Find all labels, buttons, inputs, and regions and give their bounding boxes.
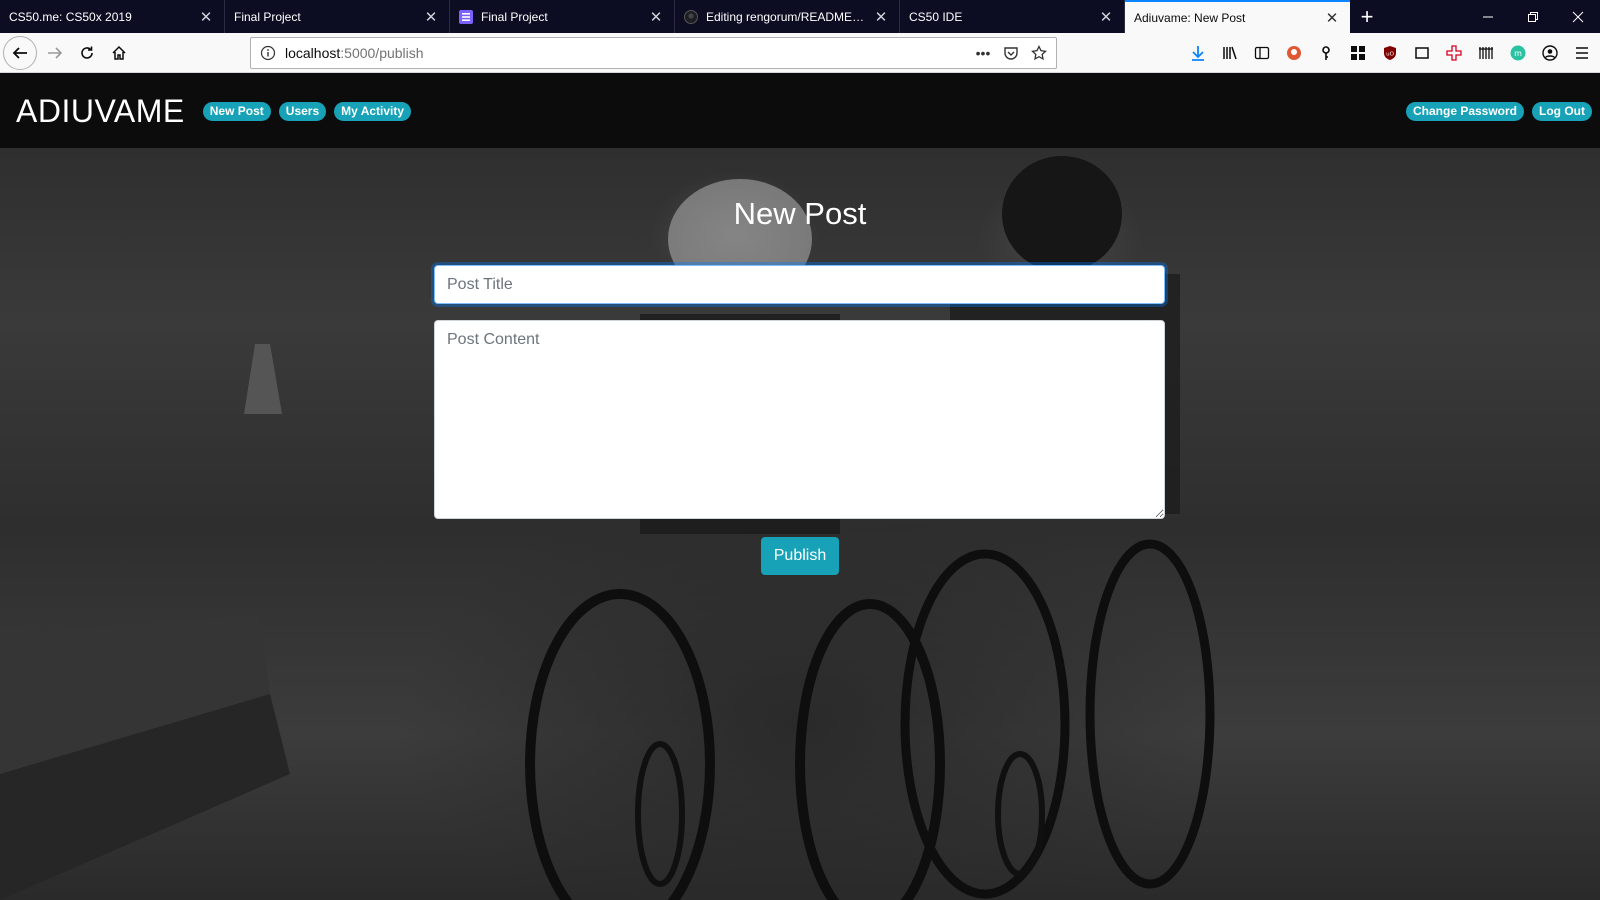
- browser-tab[interactable]: CS50.me: CS50x 2019 ✕: [0, 0, 225, 33]
- window-controls: [1465, 0, 1600, 33]
- tab-title: Final Project: [234, 9, 301, 24]
- close-tab-icon[interactable]: ✕: [1324, 10, 1340, 27]
- home-icon[interactable]: [103, 37, 135, 69]
- restore-icon[interactable]: [1510, 0, 1555, 33]
- apps-grid-icon[interactable]: [1344, 39, 1372, 67]
- sidebar-icon[interactable]: [1248, 39, 1276, 67]
- nav-my-activity[interactable]: My Activity: [334, 101, 412, 121]
- page-title: New Post: [733, 196, 867, 231]
- window-icon[interactable]: [1408, 39, 1436, 67]
- tab-title: CS50.me: CS50x 2019: [9, 9, 132, 24]
- tab-title: Final Project: [481, 9, 548, 24]
- tab-title: CS50 IDE: [909, 9, 963, 24]
- close-tab-icon[interactable]: ✕: [198, 9, 214, 26]
- bookmark-star-icon[interactable]: [1028, 42, 1050, 64]
- profile-badge-icon[interactable]: m: [1504, 39, 1532, 67]
- browser-tab[interactable]: Editing rengorum/README.md ✕: [675, 0, 900, 33]
- pocket-icon[interactable]: [1000, 42, 1022, 64]
- library-icon[interactable]: [1216, 39, 1244, 67]
- account-nav: Change Password Log Out: [1405, 101, 1600, 121]
- nav-log-out[interactable]: Log Out: [1532, 101, 1592, 121]
- ublock-shield-icon[interactable]: uO: [1376, 39, 1404, 67]
- new-tab-icon[interactable]: +: [1350, 0, 1384, 33]
- extension-toolbar: uO m: [1184, 37, 1596, 69]
- browser-toolbar: localhost:5000/publish ••• uO m: [0, 33, 1600, 73]
- list-icon: [459, 9, 473, 24]
- tab-title: Adiuvame: New Post: [1134, 10, 1246, 25]
- tab-title: Editing rengorum/README.md: [706, 9, 867, 24]
- post-content-textarea[interactable]: [434, 320, 1165, 519]
- back-arrow-icon[interactable]: [3, 35, 37, 70]
- url-bar[interactable]: localhost:5000/publish •••: [250, 37, 1057, 69]
- browser-tab-active[interactable]: Adiuvame: New Post ✕: [1125, 0, 1350, 33]
- nav-users[interactable]: Users: [278, 101, 327, 121]
- account-icon[interactable]: [1536, 39, 1564, 67]
- page-actions-icon[interactable]: •••: [972, 42, 994, 64]
- post-title-input[interactable]: [434, 265, 1165, 304]
- tab-strip: CS50.me: CS50x 2019 ✕ Final Project ✕ Fi…: [0, 0, 1600, 33]
- svg-text:m: m: [1514, 49, 1522, 58]
- nav-change-password[interactable]: Change Password: [1405, 101, 1525, 121]
- medical-cross-icon[interactable]: [1440, 39, 1468, 67]
- download-icon[interactable]: [1184, 39, 1212, 67]
- info-icon[interactable]: [259, 44, 277, 62]
- close-tab-icon[interactable]: ✕: [1098, 9, 1114, 26]
- hamburger-menu-icon[interactable]: [1568, 39, 1596, 67]
- site-navbar: ADIUVAME New Post Users My Activity Chan…: [0, 74, 1600, 148]
- minimize-icon[interactable]: [1465, 0, 1510, 33]
- browser-tab[interactable]: Final Project ✕: [225, 0, 450, 33]
- barcode-icon[interactable]: [1472, 39, 1500, 67]
- key-icon[interactable]: [1312, 39, 1340, 67]
- svg-text:uO: uO: [1386, 52, 1394, 58]
- forward-arrow-icon[interactable]: [39, 37, 71, 69]
- reload-icon[interactable]: [71, 37, 103, 69]
- duckduckgo-icon[interactable]: [1280, 39, 1308, 67]
- close-window-icon[interactable]: [1555, 0, 1600, 33]
- publish-button[interactable]: Publish: [761, 537, 839, 575]
- close-tab-icon[interactable]: ✕: [423, 9, 439, 26]
- page-viewport: ADIUVAME New Post Users My Activity Chan…: [0, 74, 1600, 900]
- close-tab-icon[interactable]: ✕: [873, 9, 889, 26]
- browser-tab[interactable]: CS50 IDE ✕: [900, 0, 1125, 33]
- close-tab-icon[interactable]: ✕: [648, 9, 664, 26]
- github-icon: [684, 9, 698, 24]
- url-host: localhost: [285, 45, 341, 61]
- site-brand[interactable]: ADIUVAME: [16, 93, 185, 130]
- browser-tab[interactable]: Final Project ✕: [450, 0, 675, 33]
- url-path: :5000/publish: [340, 45, 424, 61]
- nav-new-post[interactable]: New Post: [202, 101, 271, 121]
